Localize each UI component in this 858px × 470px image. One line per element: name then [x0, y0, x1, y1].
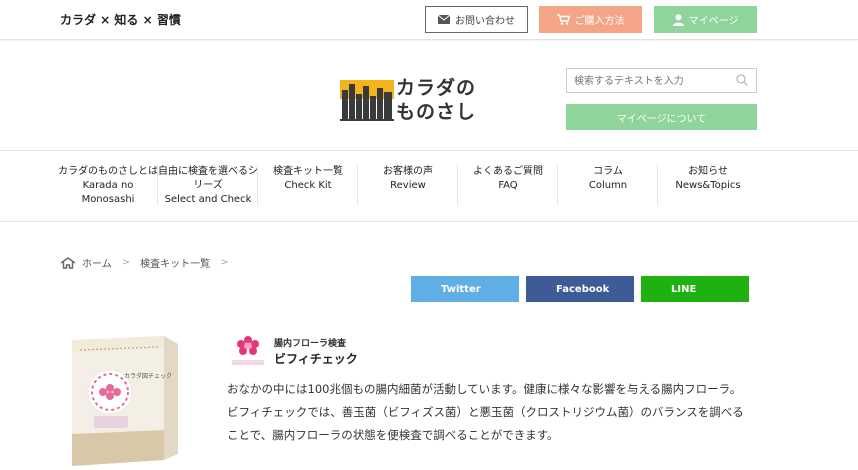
nav-item-column[interactable]: コラム Column	[558, 165, 658, 209]
purchase-button[interactable]: ご購入方法	[539, 6, 642, 33]
nav-label-jp: お客様の声	[383, 166, 433, 177]
package-title: カラダ図チェック	[124, 372, 172, 380]
chevron-right-icon: >	[121, 257, 131, 268]
contact-label: お問い合わせ	[455, 16, 515, 27]
nav-item-about[interactable]: カラダのものさしとは Karada no Monosashi	[58, 165, 158, 209]
nav-label-en: Karada no	[82, 180, 134, 191]
product-package-image: カラダ図チェック	[72, 336, 178, 466]
logo-line-1: カラダの	[396, 77, 477, 99]
nav-label-jp: よくあるご質問	[473, 166, 543, 177]
mypage-about-button[interactable]: マイページについて	[566, 104, 757, 130]
nav-label-en: News&Topics	[675, 180, 741, 191]
product-description-line: ビフィチェックでは、善玉菌（ビフィズス菌）と悪玉菌（クロストリジウム菌）のバラン…	[227, 405, 744, 419]
cart-icon	[556, 14, 570, 25]
mail-icon	[438, 15, 450, 24]
nav-label-en: Review	[390, 180, 426, 191]
home-icon	[60, 256, 76, 269]
nav-label-jp: 自由に検査を選べるシ	[158, 166, 258, 177]
nav-label-jp: 検査キット一覧	[273, 166, 343, 177]
nav-item-review[interactable]: お客様の声 Review	[358, 165, 458, 209]
facebook-share-button[interactable]: Facebook	[526, 276, 634, 302]
contact-button[interactable]: お問い合わせ	[425, 6, 528, 33]
product-name: ビフィチェック	[274, 352, 358, 366]
nav-label-en-2: Monosashi	[81, 194, 135, 205]
breadcrumb-current[interactable]: 検査キット一覧	[140, 255, 210, 270]
nav-item-news[interactable]: お知らせ News&Topics	[658, 165, 758, 209]
product-description-line: おなかの中には100兆個もの腸内細菌が活動しています。健康に様々な影響を与える腸…	[227, 382, 742, 396]
twitter-share-button[interactable]: Twitter	[411, 276, 519, 302]
chevron-right-icon: >	[220, 257, 229, 268]
breadcrumb-home[interactable]: ホーム	[82, 255, 112, 270]
nav-label-jp-2: リーズ	[193, 180, 223, 191]
search-box	[566, 68, 757, 93]
main-nav: カラダのものさしとは Karada no Monosashi 自由に検査を選べる…	[0, 150, 858, 222]
bificheck-logo	[232, 334, 264, 365]
breadcrumb: ホーム > 検査キット一覧 >	[60, 255, 232, 270]
logo-line-2: ものさし	[396, 101, 477, 123]
line-share-button[interactable]: LINE	[641, 276, 749, 302]
user-icon	[672, 13, 684, 26]
nav-item-faq[interactable]: よくあるご質問 FAQ	[458, 165, 558, 209]
nav-item-check-kit[interactable]: 検査キット一覧 Check Kit	[258, 165, 358, 209]
search-icon[interactable]	[736, 74, 748, 86]
logo-text: カラダの ものさし	[396, 76, 476, 124]
mypage-label: マイページ	[688, 16, 739, 27]
nav-label-en: Select and Check	[164, 194, 252, 205]
product-category: 腸内フローラ検査	[274, 339, 347, 349]
nav-item-select-check[interactable]: 自由に検査を選べるシ リーズ Select and Check	[158, 165, 258, 209]
search-input[interactable]	[567, 70, 727, 93]
site-tagline: カラダ × 知る × 習慣	[60, 13, 181, 27]
mypage-button[interactable]: マイページ	[654, 6, 757, 33]
nav-label-en: Column	[588, 180, 628, 191]
nav-label-en: Check Kit	[284, 180, 332, 191]
nav-label-en: FAQ	[498, 180, 518, 191]
top-bar: カラダ × 知る × 習慣 お問い合わせ ご購入方法 マイページ	[0, 0, 858, 40]
nav-label-jp: お知らせ	[688, 166, 728, 177]
product-description-line: ことで、腸内フローラの状態を便検査で調べることができます。	[227, 428, 559, 442]
nav-label-jp: コラム	[593, 166, 623, 177]
purchase-label: ご購入方法	[574, 16, 625, 27]
nav-label-jp: カラダのものさしとは	[58, 166, 158, 177]
